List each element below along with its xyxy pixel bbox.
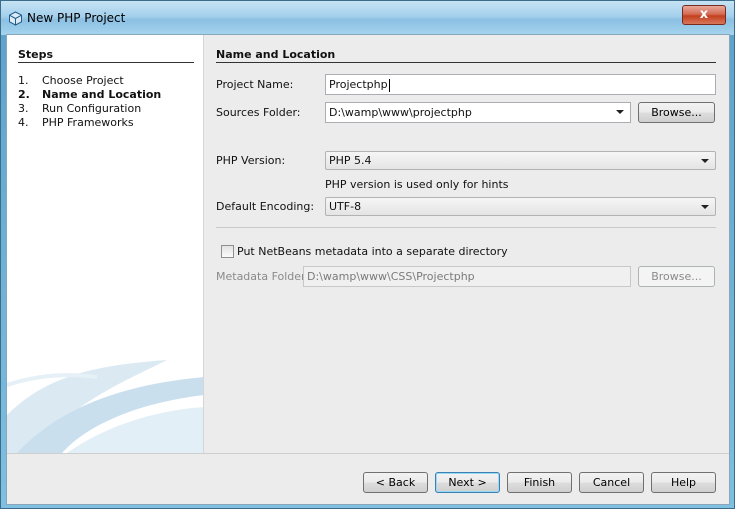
chevron-down-icon (701, 205, 709, 209)
default-encoding-label: Default Encoding: (216, 200, 315, 213)
decorative-swoosh-graphic (7, 360, 203, 453)
metadata-browse-button: Browse... (638, 266, 715, 287)
netbeans-cube-icon (9, 11, 22, 26)
title-bar[interactable]: New PHP Project x (1, 1, 734, 35)
chevron-down-icon (701, 159, 709, 163)
step-item: 4. PHP Frameworks (18, 116, 134, 129)
sources-browse-button[interactable]: Browse... (638, 102, 715, 123)
back-button[interactable]: < Back (363, 472, 428, 493)
footer-divider (7, 453, 729, 454)
next-button[interactable]: Next > (435, 472, 500, 493)
help-button[interactable]: Help (651, 472, 716, 493)
dialog-window: New PHP Project x Steps 1. Choose Project… (0, 0, 735, 509)
sources-folder-combo[interactable]: D:\wamp\www\projectphp (325, 102, 631, 123)
steps-list: 1. Choose Project 2. Name and Location 3. R… (18, 74, 161, 130)
php-version-label: PHP Version: (216, 154, 286, 167)
step-item: 1. Choose Project (18, 74, 124, 87)
close-button[interactable]: x (682, 5, 726, 25)
project-name-input[interactable]: Projectphp (325, 74, 716, 95)
metadata-separate-checkbox[interactable] (221, 245, 234, 258)
metadata-checkbox-label[interactable]: Put NetBeans metadata into a separate di… (237, 245, 508, 258)
step-item-current: 2. Name and Location (18, 88, 162, 101)
step-item: 3. Run Configuration (18, 102, 142, 115)
text-caret (388, 78, 390, 92)
sources-folder-label: Sources Folder: (216, 106, 301, 119)
window-title: New PHP Project (27, 11, 126, 25)
section-title: Name and Location (216, 48, 336, 61)
steps-title: Steps (18, 48, 54, 61)
finish-button[interactable]: Finish (507, 472, 572, 493)
section-divider (216, 62, 716, 63)
separator (216, 227, 716, 228)
php-version-hint: PHP version is used only for hints (325, 178, 509, 191)
chevron-down-icon[interactable] (616, 110, 624, 114)
cancel-button[interactable]: Cancel (579, 472, 644, 493)
dialog-client: Steps 1. Choose Project 2. Name and Locati… (6, 34, 730, 505)
steps-divider (18, 62, 194, 63)
name-location-panel: Name and Location Project Name: Projectp… (216, 35, 726, 453)
project-name-label: Project Name: (216, 78, 294, 91)
steps-panel: Steps 1. Choose Project 2. Name and Locati… (7, 35, 204, 453)
close-icon: x (699, 7, 709, 22)
default-encoding-select[interactable]: UTF-8 (325, 197, 716, 216)
metadata-folder-input: D:\wamp\www\CSS\Projectphp (303, 266, 631, 287)
metadata-folder-label: Metadata Folder: (216, 270, 310, 283)
php-version-select[interactable]: PHP 5.4 (325, 151, 716, 170)
